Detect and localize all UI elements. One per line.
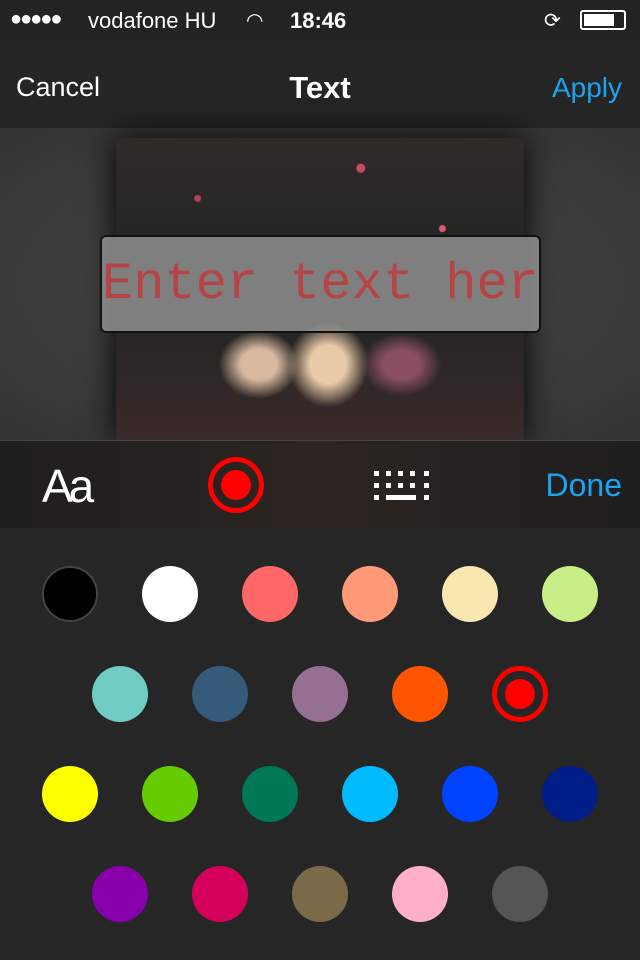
color-swatch[interactable] [342, 766, 398, 822]
color-palette [0, 528, 640, 960]
color-swatch[interactable] [392, 666, 448, 722]
color-button[interactable] [208, 457, 264, 513]
text-input[interactable] [102, 237, 539, 331]
color-swatch[interactable] [92, 866, 148, 922]
color-swatch[interactable] [42, 566, 98, 622]
keyboard-button[interactable] [372, 469, 432, 505]
status-bar: ●●●●● vodafone HU ◠ 18:46 ⟳ [0, 0, 640, 40]
color-swatch[interactable] [292, 866, 348, 922]
cancel-button[interactable]: Cancel [16, 72, 100, 103]
keyboard-icon [374, 471, 429, 500]
color-icon [221, 470, 251, 500]
color-swatch[interactable] [492, 866, 548, 922]
nav-bar: Cancel Text Apply [0, 40, 640, 128]
color-swatch[interactable] [542, 766, 598, 822]
text-toolbar: Aa Done [0, 440, 640, 528]
color-swatch[interactable] [392, 866, 448, 922]
done-button[interactable]: Done [546, 467, 623, 504]
color-swatch[interactable] [242, 766, 298, 822]
wifi-icon: ◠ [246, 10, 264, 32]
color-swatch[interactable] [442, 766, 498, 822]
color-swatch[interactable] [242, 566, 298, 622]
color-swatch[interactable] [542, 566, 598, 622]
color-swatch[interactable] [142, 766, 198, 822]
signal-icon: ●●●●● [10, 8, 62, 30]
color-swatch[interactable] [192, 666, 248, 722]
color-swatch[interactable] [142, 566, 198, 622]
color-swatch[interactable] [42, 766, 98, 822]
apply-button[interactable]: Apply [552, 72, 622, 104]
battery-icon [580, 10, 626, 30]
color-swatch[interactable] [442, 566, 498, 622]
carrier: vodafone HU [88, 8, 217, 33]
rotation-lock-icon: ⟳ [544, 10, 561, 32]
color-swatch[interactable] [92, 666, 148, 722]
selected-indicator [505, 679, 535, 709]
color-swatch[interactable] [192, 866, 248, 922]
text-box[interactable] [100, 235, 541, 333]
time: 18:46 [290, 8, 347, 33]
color-swatch[interactable] [292, 666, 348, 722]
font-button[interactable]: Aa [42, 459, 94, 513]
color-swatch[interactable] [492, 666, 548, 722]
color-swatch[interactable] [342, 566, 398, 622]
